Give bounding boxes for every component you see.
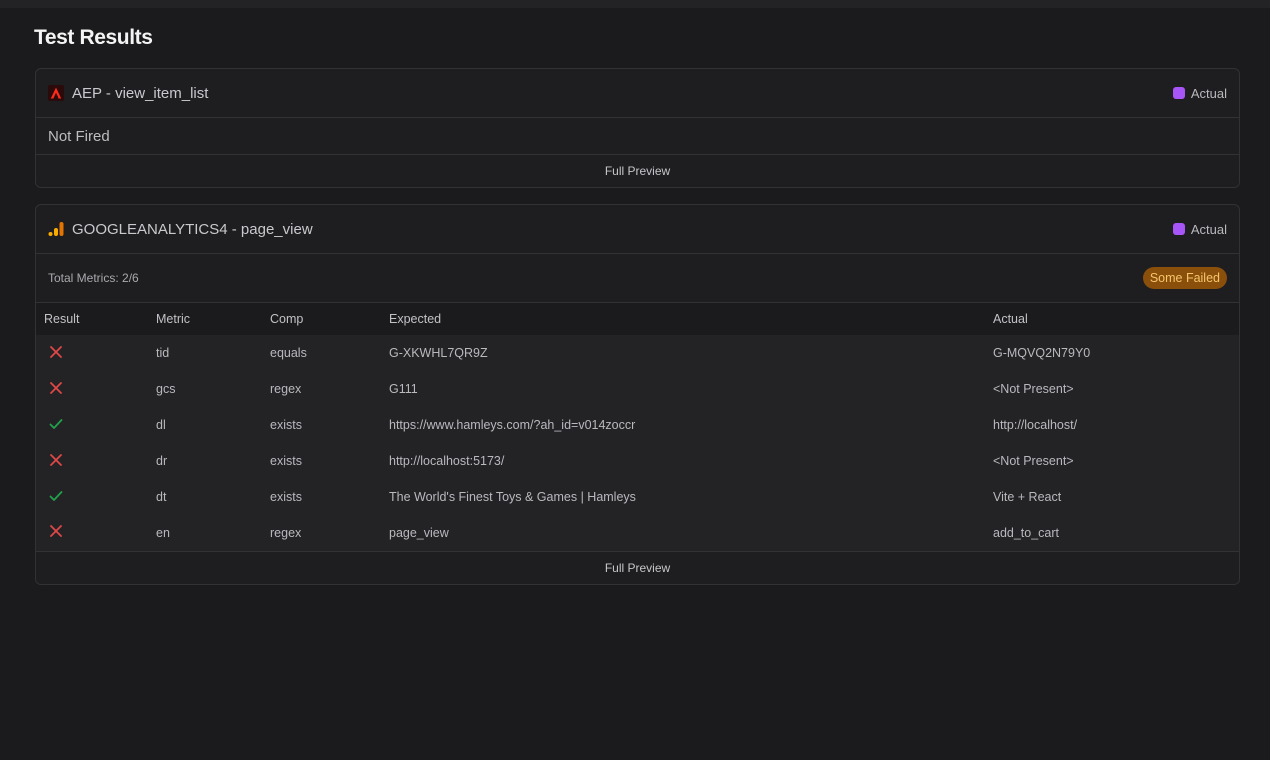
result-cell <box>36 407 148 443</box>
result-cell <box>36 335 148 371</box>
metrics-table: Result Metric Comp Expected Actual tid eq… <box>36 303 1239 552</box>
comp-cell: exists <box>270 418 302 432</box>
top-bar <box>0 0 1270 8</box>
legend-actual: Actual <box>1172 85 1227 101</box>
comp-cell: regex <box>270 382 302 396</box>
metric-cell: dl <box>156 418 166 432</box>
metric-cell: gcs <box>156 382 176 396</box>
metric-cell: dt <box>156 490 167 504</box>
actual-cell: G-MQVQ2N79Y0 <box>993 346 1091 360</box>
result-card-ga4: GOOGLEANALYTICS4 - page_view Actual Tota… <box>35 204 1240 585</box>
adobe-icon <box>48 85 64 101</box>
card-title-text: AEP - view_item_list <box>72 84 209 102</box>
column-header-actual: Actual <box>993 312 1028 326</box>
card-title: AEP - view_item_list <box>48 85 208 102</box>
legend-label: Actual <box>1190 221 1227 237</box>
cross-icon <box>49 453 63 467</box>
actual-cell: Vite + React <box>993 490 1062 504</box>
expected-cell: page_view <box>389 525 449 540</box>
expected-cell: https://www.hamleys.com/?ah_id=v014zoccr <box>389 418 636 432</box>
table-row: dl exists https://www.hamleys.com/?ah_id=v… <box>36 407 1239 443</box>
result-cell <box>36 443 148 479</box>
cross-icon <box>49 345 63 359</box>
card-title-text: GOOGLEANALYTICS4 - page_view <box>72 220 313 238</box>
check-icon <box>49 417 63 431</box>
comp-cell: equals <box>270 346 307 360</box>
actual-cell: http://localhost/ <box>993 418 1078 432</box>
full-preview-button[interactable]: Full Preview <box>36 551 1239 584</box>
legend-swatch <box>1172 87 1185 99</box>
expected-cell: G-XKWHL7QR9Z <box>389 346 488 360</box>
full-preview-button[interactable]: Full Preview <box>36 155 1239 187</box>
page-title: Test Results <box>34 26 153 49</box>
expected-cell: G111 <box>389 382 418 396</box>
column-header-result: Result <box>44 312 80 326</box>
result-card-aep: AEP - view_item_list Actual Not Fired Fu… <box>35 68 1240 188</box>
metric-cell: en <box>156 525 170 540</box>
status-not-fired: Not Fired <box>36 118 1239 155</box>
metric-cell: tid <box>156 346 170 360</box>
expected-cell: http://localhost:5173/ <box>389 454 505 468</box>
actual-cell: <Not Present> <box>993 454 1074 468</box>
card-header: AEP - view_item_list Actual <box>36 69 1239 118</box>
cross-icon <box>49 524 63 538</box>
result-cell <box>36 371 148 407</box>
google-analytics-icon <box>48 221 64 237</box>
comp-cell: exists <box>270 454 302 468</box>
comp-cell: regex <box>270 525 302 540</box>
column-header-comp: Comp <box>270 312 304 326</box>
cross-icon <box>49 381 63 395</box>
actual-cell: <Not Present> <box>993 382 1074 396</box>
metric-cell: dr <box>156 454 168 468</box>
actual-cell: add_to_cart <box>993 525 1060 540</box>
total-metrics: Total Metrics: 2/6 <box>48 271 139 285</box>
expected-cell: The World's Finest Toys & Games | Hamley… <box>389 490 636 504</box>
table-row: en regex page_view add_to_cart <box>36 515 1239 551</box>
card-header: GOOGLEANALYTICS4 - page_view Actual <box>36 205 1239 254</box>
legend-label: Actual <box>1190 85 1227 101</box>
metrics-summary: Total Metrics: 2/6 Some Failed <box>36 254 1239 303</box>
table-row: gcs regex G111 <Not Present> <box>36 371 1239 407</box>
table-header-row: Result Metric Comp Expected Actual <box>36 303 1239 335</box>
table-row: dr exists http://localhost:5173/ <Not Prese… <box>36 443 1239 479</box>
legend-actual: Actual <box>1172 221 1227 237</box>
comp-cell: exists <box>270 490 302 504</box>
table-row: dt exists The World's Finest Toys & Games … <box>36 479 1239 515</box>
column-header-metric: Metric <box>156 312 191 326</box>
status-badge: Some Failed <box>1142 267 1227 289</box>
table-row: tid equals G-XKWHL7QR9Z G-MQVQ2N79Y0 <box>36 335 1239 371</box>
legend-swatch <box>1172 223 1185 235</box>
check-icon <box>49 489 63 503</box>
column-header-expected: Expected <box>389 312 442 326</box>
result-cell <box>36 479 148 515</box>
result-cell <box>36 515 148 551</box>
card-title: GOOGLEANALYTICS4 - page_view <box>48 221 313 238</box>
